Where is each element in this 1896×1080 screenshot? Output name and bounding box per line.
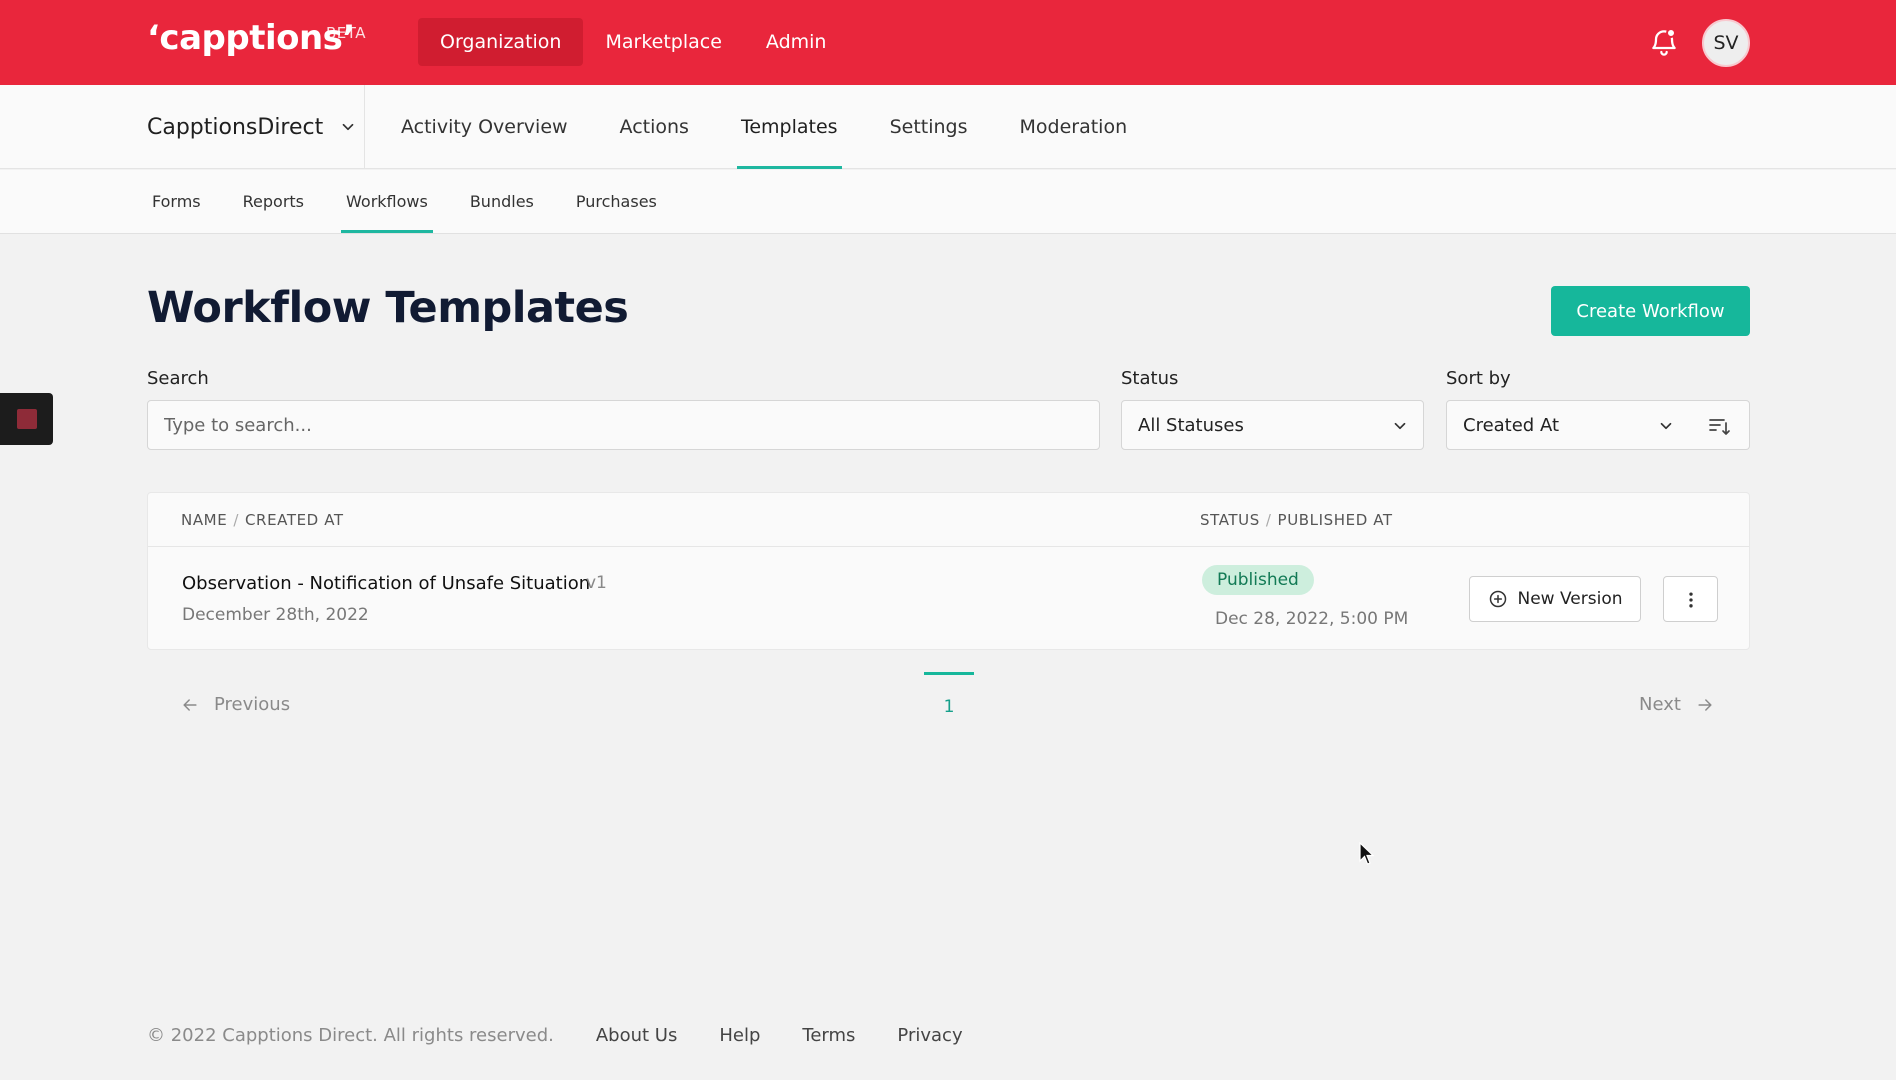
page-title: Workflow Templates (147, 283, 629, 333)
new-version-label: New Version (1517, 589, 1623, 609)
chevron-down-icon (1660, 422, 1672, 430)
pagination-page-1[interactable]: 1 (924, 672, 974, 717)
footer: © 2022 Capptions Direct. All rights rese… (147, 1025, 963, 1046)
footer-link-about[interactable]: About Us (596, 1025, 678, 1046)
sort-select-value: Created At (1463, 414, 1560, 436)
side-record-button[interactable] (0, 393, 53, 445)
top-nav-marketplace[interactable]: Marketplace (583, 18, 743, 66)
sort-direction-icon (1709, 419, 1730, 435)
top-nav-admin[interactable]: Admin (744, 18, 849, 66)
search-input[interactable] (147, 400, 1100, 450)
footer-link-terms[interactable]: Terms (802, 1025, 855, 1046)
nav-activity-overview[interactable]: Activity Overview (375, 85, 594, 169)
tab-purchases[interactable]: Purchases (555, 170, 678, 233)
user-avatar[interactable]: SV (1702, 19, 1750, 67)
kebab-menu-icon (1689, 592, 1693, 608)
section-nav: Activity Overview Actions Templates Sett… (375, 85, 1153, 169)
templates-table: Name / Created At Status / Published At Obse… (147, 492, 1750, 650)
column-header-status[interactable]: Status / Published At (1200, 511, 1393, 529)
section-nav-bar: CapptionsDirect Activity Overview Action… (0, 85, 1896, 169)
copyright-text: © 2022 Capptions Direct. All rights rese… (147, 1025, 554, 1046)
pagination-next[interactable]: Next (1639, 694, 1715, 715)
nav-actions[interactable]: Actions (594, 85, 715, 169)
column-header-name[interactable]: Name / Created At (181, 511, 344, 529)
status-select[interactable]: All Statuses (1121, 400, 1424, 450)
template-version: v1 (586, 573, 607, 593)
chevron-down-icon (1394, 422, 1406, 430)
notification-dot (1666, 28, 1676, 38)
top-nav: Organization Marketplace Admin (418, 18, 848, 66)
organization-selector[interactable]: CapptionsDirect (147, 85, 357, 169)
tab-workflows[interactable]: Workflows (325, 170, 449, 233)
template-created-date: December 28th, 2022 (182, 605, 369, 625)
stop-icon (17, 409, 37, 429)
template-type-tabs: Forms Reports Workflows Bundles Purchase… (0, 170, 1896, 234)
nav-settings[interactable]: Settings (864, 85, 994, 169)
top-nav-organization[interactable]: Organization (418, 18, 584, 66)
mouse-cursor-icon (1359, 842, 1375, 865)
column-name-label: Name (181, 511, 228, 529)
chevron-down-icon (342, 123, 354, 131)
app-logo[interactable]: ‘capptions’ (147, 18, 355, 58)
footer-link-privacy[interactable]: Privacy (897, 1025, 962, 1046)
nav-templates[interactable]: Templates (715, 85, 864, 169)
pagination-previous-label: Previous (214, 694, 291, 715)
sort-label: Sort by (1446, 368, 1511, 389)
tab-reports[interactable]: Reports (222, 170, 325, 233)
sort-select[interactable]: Created At (1446, 400, 1690, 450)
sort-direction-button[interactable] (1689, 400, 1750, 450)
nav-moderation[interactable]: Moderation (994, 85, 1154, 169)
template-name[interactable]: Observation - Notification of Unsafe Sit… (182, 573, 590, 594)
status-select-value: All Statuses (1138, 414, 1244, 436)
status-label: Status (1121, 368, 1179, 389)
pagination-previous[interactable]: Previous (180, 694, 290, 715)
footer-link-help[interactable]: Help (719, 1025, 760, 1046)
pagination-next-label: Next (1639, 694, 1681, 715)
table-header: Name / Created At Status / Published At (148, 493, 1749, 547)
beta-label: BETA (326, 24, 367, 42)
organization-name: CapptionsDirect (147, 114, 324, 140)
plus-circle-icon (1489, 590, 1506, 608)
divider (364, 85, 365, 169)
column-created-label: Created At (244, 511, 344, 529)
tab-forms[interactable]: Forms (147, 170, 222, 233)
new-version-button[interactable]: New Version (1469, 576, 1641, 622)
row-actions-menu-button[interactable] (1663, 576, 1718, 622)
status-badge: Published (1202, 565, 1314, 595)
published-date: Dec 28, 2022, 5:00 PM (1215, 609, 1409, 629)
search-label: Search (147, 368, 209, 389)
arrow-left-icon (183, 698, 197, 711)
create-workflow-button[interactable]: Create Workflow (1551, 286, 1750, 336)
column-status-label: Status (1200, 511, 1260, 529)
column-published-label: Published At (1277, 511, 1393, 529)
arrow-right-icon (1698, 698, 1712, 711)
tab-bundles[interactable]: Bundles (449, 170, 555, 233)
top-bar: ‘capptions’ BETA Organization Marketplac… (0, 0, 1896, 85)
